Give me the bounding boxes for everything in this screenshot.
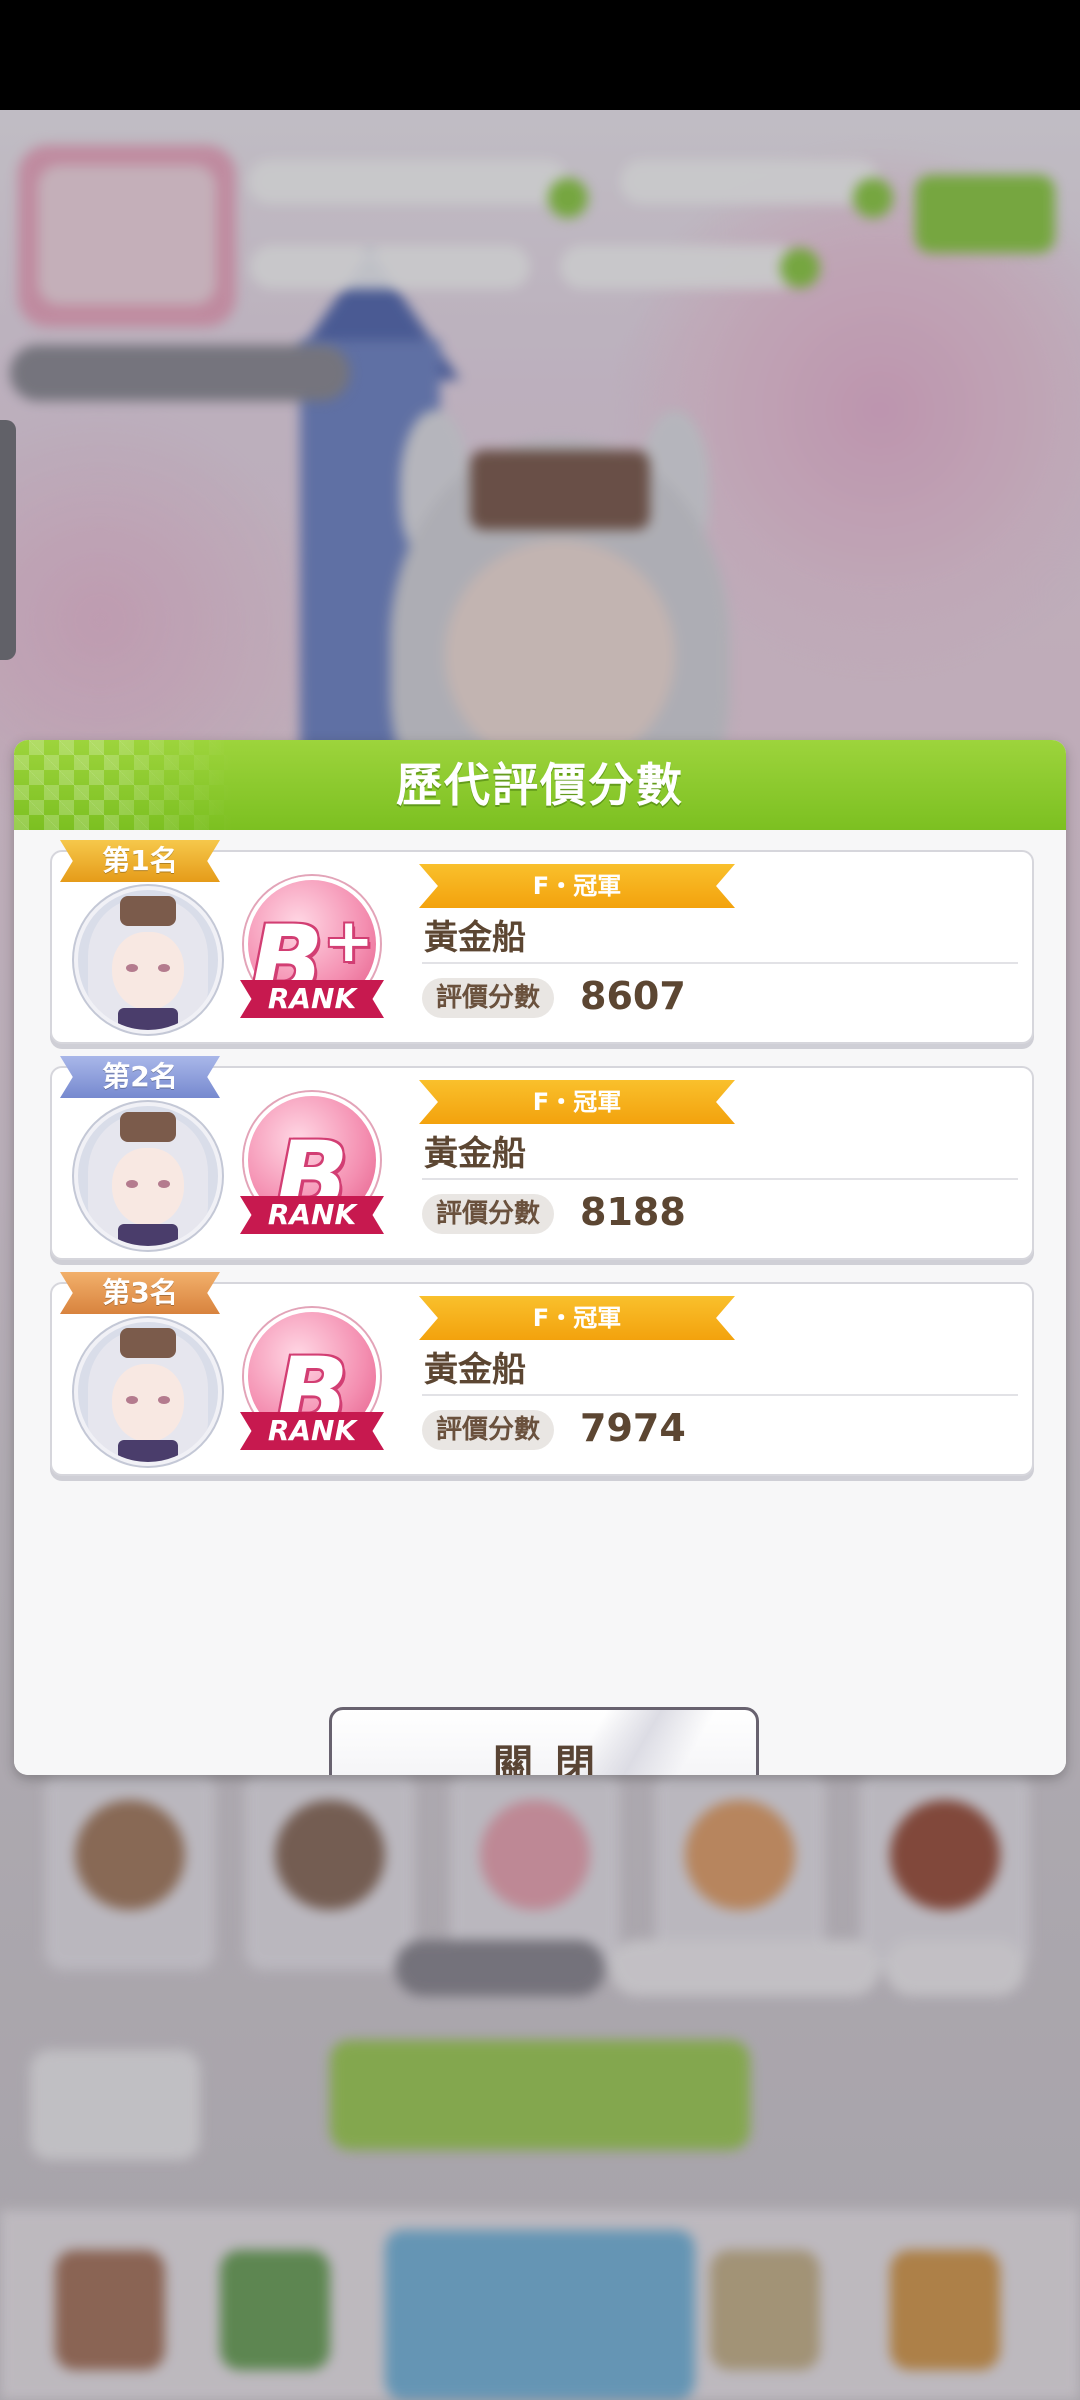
divider: [422, 1394, 1018, 1396]
score-value: 7974: [580, 1406, 686, 1450]
rank-badge: B RANK: [240, 1308, 384, 1458]
character-name: 黃金船: [424, 1134, 526, 1174]
close-button-label: 關閉: [493, 1742, 617, 1775]
score-value: 8188: [580, 1190, 686, 1234]
divider: [422, 962, 1018, 964]
record-card-1[interactable]: 第1名 B+ RANK F・冠軍 黃金船 評價分數 8607: [50, 840, 1034, 1044]
character-name: 黃金船: [424, 1350, 526, 1390]
character-portrait: [74, 1102, 222, 1250]
rank-badge: B RANK: [240, 1092, 384, 1242]
place-ribbon-1: 第1名: [60, 840, 220, 882]
rank-ribbon: RANK: [240, 1412, 384, 1450]
score-label: 評價分數: [422, 978, 554, 1018]
record-card-3[interactable]: 第3名 B RANK F・冠軍 黃金船 評價分數 7974: [50, 1272, 1034, 1476]
close-button[interactable]: 關閉: [329, 1707, 759, 1775]
place-ribbon-2: 第2名: [60, 1056, 220, 1098]
character-portrait: [74, 1318, 222, 1466]
dialog-header: 歷代評價分數: [14, 740, 1066, 830]
dialog-body: 第1名 B+ RANK F・冠軍 黃金船 評價分數 8607 第2名 B RAN…: [14, 830, 1066, 1775]
score-value: 8607: [580, 974, 686, 1018]
rank-ribbon: RANK: [240, 980, 384, 1018]
dialog-title: 歷代評價分數: [396, 758, 684, 812]
record-card-2[interactable]: 第2名 B RANK F・冠軍 黃金船 評價分數 8188: [50, 1056, 1034, 1260]
status-bar: [0, 0, 1080, 110]
title-banner: F・冠軍: [419, 1080, 735, 1124]
place-ribbon-3: 第3名: [60, 1272, 220, 1314]
title-banner: F・冠軍: [419, 1296, 735, 1340]
score-label: 評價分數: [422, 1194, 554, 1234]
rank-badge: B+ RANK: [240, 876, 384, 1026]
character-name: 黃金船: [424, 918, 526, 958]
title-banner: F・冠軍: [419, 864, 735, 908]
score-label: 評價分數: [422, 1410, 554, 1450]
character-portrait: [74, 886, 222, 1034]
score-history-dialog: 歷代評價分數 第1名 B+ RANK F・冠軍 黃金船 評價分數 8607 第2…: [14, 740, 1066, 1775]
divider: [422, 1178, 1018, 1180]
rank-ribbon: RANK: [240, 1196, 384, 1234]
